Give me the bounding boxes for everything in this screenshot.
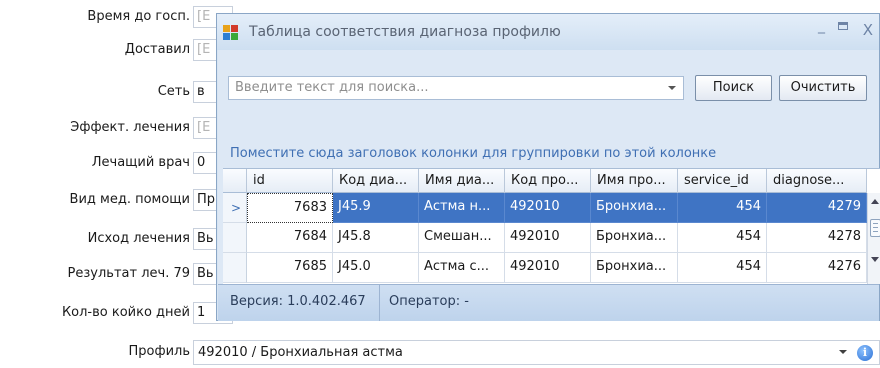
chevron-down-icon[interactable] [839, 350, 847, 354]
cell-diagnose[interactable]: 4278 [767, 223, 867, 253]
dialog-titlebar[interactable]: Таблица соответствия диагноза профилю _ … [217, 14, 879, 50]
search-input[interactable]: Введите текст для поиска... [228, 76, 684, 100]
column-header-diag-name[interactable]: Имя диа... [419, 169, 505, 193]
cell-profile-name[interactable]: Бронхиа... [591, 253, 678, 283]
clear-button[interactable]: Очистить [779, 75, 867, 101]
cell-id[interactable]: 7683 [247, 193, 333, 223]
table-row[interactable]: > 7683 J45.9 Астма н... 492010 Бронхиа..… [223, 193, 867, 223]
cell-profile-code[interactable]: 492010 [505, 193, 591, 223]
cell-diagnose[interactable]: 4279 [767, 193, 867, 223]
label-treatment-effect: Эффект. лечения [70, 120, 190, 135]
label-time-to-hosp: Время до госп. [87, 9, 190, 24]
cell-profile-name[interactable]: Бронхиа... [591, 223, 678, 253]
cell-diag-name[interactable]: Астма н... [419, 193, 505, 223]
profile-combobox[interactable]: 492010 / Бронхиальная астма i [193, 340, 880, 365]
label-attending-doctor: Лечащий врач [91, 155, 190, 170]
column-header-profile-code[interactable]: Код про... [505, 169, 591, 193]
dialog-statusbar: Версия: 1.0.402.467 Оператор: - [218, 284, 879, 321]
cell-diag-name[interactable]: Астма с... [419, 253, 505, 283]
table-row[interactable]: 7684 J45.8 Смешан... 492010 Бронхиа... 4… [223, 223, 867, 253]
minimize-icon[interactable]: _ [818, 18, 825, 34]
status-operator: Оператор: - [389, 294, 469, 309]
table-row[interactable]: 7685 J45.0 Астма с... 492010 Бронхиа... … [223, 253, 867, 283]
diagnosis-profile-dialog: Таблица соответствия диагноза профилю _ … [216, 13, 880, 321]
search-placeholder: Введите текст для поиска... [235, 80, 429, 95]
chevron-down-icon[interactable] [668, 86, 676, 90]
cell-diagnose[interactable]: 4276 [767, 253, 867, 283]
grid-vertical-scrollbar[interactable] [867, 193, 880, 284]
label-delivered-by: Доставил [124, 42, 190, 57]
column-header-service-id[interactable]: service_id [678, 169, 767, 193]
column-header-diagnose[interactable]: diagnose... [767, 169, 867, 193]
cell-profile-name[interactable]: Бронхиа... [591, 193, 678, 223]
cell-diag-code[interactable]: J45.0 [333, 253, 419, 283]
scroll-thumb[interactable] [870, 219, 880, 237]
cell-diag-name[interactable]: Смешан... [419, 223, 505, 253]
header-indicator [223, 169, 247, 193]
app-icon [223, 25, 239, 40]
search-button[interactable]: Поиск [695, 75, 772, 101]
cell-service-id[interactable]: 454 [678, 193, 767, 223]
label-profile: Профиль [128, 344, 190, 359]
label-network: Сеть [157, 84, 190, 99]
close-icon[interactable]: X [863, 21, 873, 39]
cell-profile-code[interactable]: 492010 [505, 223, 591, 253]
cell-profile-code[interactable]: 492010 [505, 253, 591, 283]
dialog-content: Введите текст для поиска... Поиск Очисти… [218, 50, 880, 284]
cell-id[interactable]: 7685 [247, 253, 333, 283]
grid-header: id Код диа... Имя диа... Код про... Имя … [223, 169, 867, 193]
scroll-down-icon[interactable] [871, 257, 879, 262]
chevron-right-icon: > [231, 201, 242, 215]
label-outcome: Исход лечения [87, 231, 190, 246]
info-icon[interactable]: i [857, 345, 873, 361]
label-bed-days: Кол-во койко дней [61, 305, 190, 320]
group-panel-hint[interactable]: Поместите сюда заголовок колонки для гру… [230, 146, 716, 161]
profile-value: 492010 / Бронхиальная астма [198, 345, 403, 360]
cell-service-id[interactable]: 454 [678, 253, 767, 283]
row-indicator: > [223, 193, 247, 223]
dialog-title: Таблица соответствия диагноза профилю [249, 24, 561, 40]
status-version: Версия: 1.0.402.467 [230, 294, 366, 309]
cell-diag-code[interactable]: J45.8 [333, 223, 419, 253]
results-grid: id Код диа... Имя диа... Код про... Имя … [223, 168, 880, 284]
label-care-type: Вид мед. помощи [69, 192, 190, 207]
scroll-up-icon[interactable] [871, 199, 879, 204]
cell-id[interactable]: 7684 [247, 223, 333, 253]
status-divider [379, 285, 380, 321]
cell-service-id[interactable]: 454 [678, 223, 767, 253]
column-header-id[interactable]: id [247, 169, 333, 193]
row-indicator [223, 253, 247, 283]
label-result: Результат леч. 79 [67, 266, 190, 281]
column-header-profile-name[interactable]: Имя про... [591, 169, 678, 193]
cell-diag-code[interactable]: J45.9 [333, 193, 419, 223]
row-indicator [223, 223, 247, 253]
maximize-icon[interactable] [838, 22, 848, 30]
column-header-diag-code[interactable]: Код диа... [333, 169, 419, 193]
